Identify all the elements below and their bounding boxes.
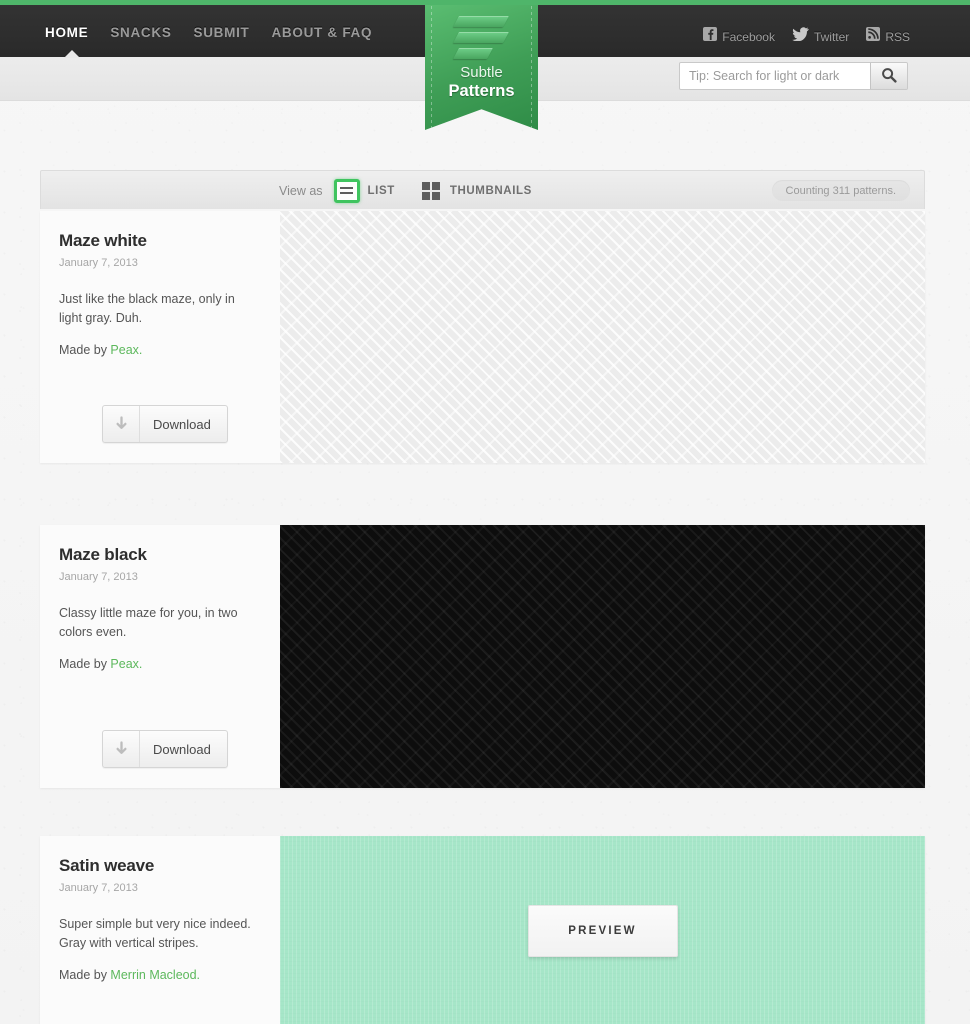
pattern-author-link[interactable]: Merrin Macleod. bbox=[110, 968, 200, 982]
social-link-rss[interactable]: RSS bbox=[866, 27, 910, 46]
pattern-title: Satin weave bbox=[59, 856, 155, 875]
pattern-preview-area[interactable] bbox=[280, 525, 925, 788]
twitter-icon bbox=[792, 27, 809, 46]
made-by-label: Made by bbox=[59, 967, 111, 982]
view-as-label: View as bbox=[279, 183, 323, 198]
social-label-rss: RSS bbox=[885, 29, 910, 44]
facebook-icon bbox=[703, 27, 718, 46]
pattern-title: Maze white bbox=[59, 231, 147, 250]
view-switcher: View as LIST THUMBNAILS bbox=[279, 171, 532, 210]
made-by-label: Made by bbox=[59, 342, 111, 357]
pattern-author-link[interactable]: Peax. bbox=[110, 343, 142, 357]
nav-item-snacks[interactable]: SNACKS bbox=[110, 25, 171, 40]
pattern-swatch-maze-black bbox=[280, 525, 925, 788]
pattern-info: Maze black January 7, 2013 Classy little… bbox=[40, 525, 280, 788]
view-option-list[interactable]: LIST bbox=[333, 178, 395, 203]
preview-button[interactable]: PREVIEW bbox=[527, 905, 678, 957]
download-arrow-icon bbox=[103, 406, 140, 442]
social-link-facebook[interactable]: Facebook bbox=[703, 27, 775, 46]
site-logo[interactable]: Subtle Patterns bbox=[425, 0, 538, 130]
pattern-date: January 7, 2013 bbox=[59, 257, 138, 269]
pattern-row: Maze black January 7, 2013 Classy little… bbox=[40, 525, 925, 788]
social-links: Facebook Twitter RSS bbox=[703, 27, 910, 46]
social-label-facebook: Facebook bbox=[722, 29, 775, 44]
pattern-row: Maze white January 7, 2013 Just like the… bbox=[40, 211, 925, 463]
logo-text-patterns: Patterns bbox=[448, 82, 515, 100]
primary-nav: HOME SNACKS SUBMIT ABOUT & FAQ bbox=[45, 25, 372, 40]
pattern-description: Classy little maze for you, in two color… bbox=[59, 606, 238, 640]
download-button[interactable]: Download bbox=[102, 405, 228, 443]
pattern-author: Made by Peax. bbox=[59, 657, 260, 671]
pattern-swatch-maze-white bbox=[280, 211, 925, 463]
pattern-author-link[interactable]: Peax. bbox=[110, 657, 142, 671]
pattern-author: Made by Merrin Macleod. bbox=[59, 968, 260, 982]
top-accent-bar bbox=[0, 0, 970, 5]
download-button-label: Download bbox=[153, 416, 211, 432]
pattern-preview-area[interactable]: PREVIEW bbox=[280, 836, 925, 1024]
view-option-list-label: LIST bbox=[367, 184, 395, 197]
download-button[interactable]: Download bbox=[102, 730, 228, 768]
pattern-date: January 7, 2013 bbox=[59, 571, 138, 583]
view-toolbar: View as LIST THUMBNAILS Counting 311 pat… bbox=[40, 170, 925, 209]
view-option-thumbnails[interactable]: THUMBNAILS bbox=[421, 181, 532, 200]
logo-text-subtle: Subtle bbox=[460, 64, 503, 81]
made-by-label: Made by bbox=[59, 656, 111, 671]
social-link-twitter[interactable]: Twitter bbox=[792, 27, 849, 46]
pattern-date: January 7, 2013 bbox=[59, 882, 138, 894]
nav-item-about-faq[interactable]: ABOUT & FAQ bbox=[271, 25, 372, 40]
grid-view-icon[interactable] bbox=[421, 181, 440, 200]
search-submit-button[interactable] bbox=[870, 63, 907, 89]
pattern-preview-area[interactable] bbox=[280, 211, 925, 463]
view-option-thumbnails-label: THUMBNAILS bbox=[449, 184, 532, 197]
active-nav-pointer bbox=[64, 50, 80, 58]
search-input[interactable] bbox=[680, 63, 870, 89]
pattern-title: Maze black bbox=[59, 545, 147, 564]
nav-item-home[interactable]: HOME bbox=[45, 25, 88, 40]
pattern-description: Just like the black maze, only in light … bbox=[59, 292, 235, 326]
nav-item-submit[interactable]: SUBMIT bbox=[194, 25, 250, 40]
download-button-label: Download bbox=[153, 741, 211, 757]
search-icon bbox=[881, 67, 897, 86]
rss-icon bbox=[866, 27, 881, 46]
social-label-twitter: Twitter bbox=[813, 29, 850, 44]
pattern-info: Maze white January 7, 2013 Just like the… bbox=[40, 211, 280, 463]
search-form bbox=[679, 62, 908, 90]
pattern-row: Satin weave January 7, 2013 Super simple… bbox=[40, 836, 925, 1024]
pattern-info: Satin weave January 7, 2013 Super simple… bbox=[40, 836, 280, 1024]
list-view-icon[interactable] bbox=[333, 178, 360, 203]
download-arrow-icon bbox=[103, 731, 140, 767]
pattern-author: Made by Peax. bbox=[59, 343, 260, 357]
pattern-description: Super simple but very nice indeed. Gray … bbox=[59, 917, 251, 951]
pattern-count-badge: Counting 311 patterns. bbox=[771, 180, 910, 201]
logo-mark-icon bbox=[453, 14, 509, 60]
